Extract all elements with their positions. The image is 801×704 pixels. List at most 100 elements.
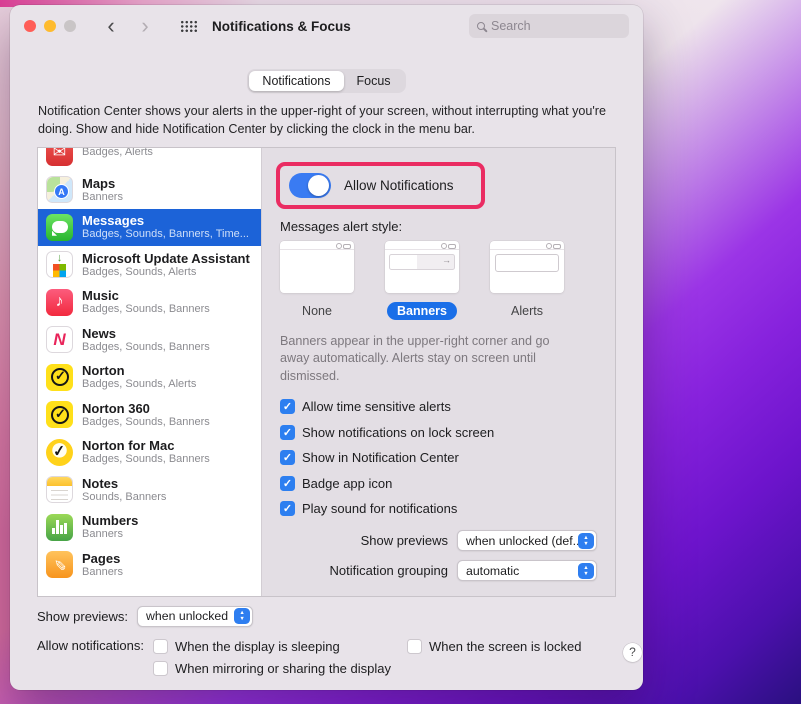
app-list-item[interactable]: Norton for Mac Badges, Sounds, Banners <box>38 434 261 472</box>
alert-style-section-label: Messages alert style: <box>280 218 403 234</box>
app-name: Messages <box>82 213 145 229</box>
app-notification-types: Badges, Sounds, Banners, Time... <box>82 228 249 241</box>
notification-option-checkbox[interactable]: Allow time sensitive alerts <box>280 399 597 415</box>
app-list-item[interactable]: Notes Sounds, Banners <box>38 471 261 509</box>
detail-preference-rows: Show previews when unlocked (def... Noti… <box>278 530 597 582</box>
allow-notifications-toggle[interactable] <box>289 172 331 198</box>
app-list-item[interactable]: Badges, Alerts <box>38 147 261 172</box>
app-name: Notes <box>82 475 119 491</box>
notification-option-checkbox[interactable]: Show in Notification Center <box>280 450 597 466</box>
app-name: Music <box>82 288 119 304</box>
stepper-icon <box>578 562 594 579</box>
mail-icon <box>46 147 73 166</box>
thumbnail-menubar <box>385 241 459 250</box>
checkbox-icon <box>280 475 295 491</box>
show-previews-dropdown[interactable]: when unlocked (def... <box>457 530 597 552</box>
app-name: Numbers <box>82 513 139 529</box>
alert-style-option-label: None <box>302 303 332 318</box>
norton-mac-icon <box>46 438 73 466</box>
messages-icon <box>46 213 73 241</box>
thumbnail-screen <box>280 250 354 293</box>
checkbox-icon <box>152 660 168 676</box>
checkbox-label: Play sound for notifications <box>302 501 458 517</box>
notification-grouping-dropdown[interactable]: automatic <box>457 560 597 582</box>
checkbox-icon <box>280 501 295 517</box>
thumbnail-screen <box>490 250 564 293</box>
checkbox-icon <box>280 450 295 466</box>
alert-style-option[interactable]: Banners <box>385 240 459 320</box>
app-list-item[interactable]: Pages Banners <box>38 546 261 584</box>
allow-condition-checkbox[interactable]: When mirroring or sharing the display <box>152 660 391 676</box>
music-icon <box>46 288 73 316</box>
search-input[interactable]: Search <box>469 14 629 38</box>
app-name: Pages <box>82 550 121 566</box>
notification-grouping-row: Notification grouping automatic <box>278 560 597 582</box>
app-list-item[interactable]: Norton 360 Badges, Sounds, Banners <box>38 396 261 434</box>
app-notification-types: Badges, Sounds, Banners <box>82 415 210 428</box>
app-list: Badges, Alerts Maps Banners Messages Bad… <box>38 147 262 596</box>
app-list-item[interactable]: News Badges, Sounds, Banners <box>38 321 261 359</box>
checkbox-label: When mirroring or sharing the display <box>174 660 391 676</box>
app-notification-types: Banners <box>82 190 123 203</box>
annotation-highlight-box: Allow Notifications <box>276 161 485 209</box>
alert-style-option-label: Banners <box>386 301 458 320</box>
notification-grouping-value: automatic <box>466 563 520 578</box>
app-list-item[interactable]: Microsoft Update Assistant Badges, Sound… <box>38 246 261 284</box>
tab-label: Notifications <box>262 74 331 88</box>
tab-segmented-control: Notifications Focus <box>247 69 406 93</box>
app-list-item[interactable]: Music Badges, Sounds, Banners <box>38 284 261 322</box>
window-title: Notifications & Focus <box>212 18 351 34</box>
msupdate-icon <box>46 251 73 279</box>
minimize-button[interactable] <box>44 20 56 32</box>
allow-condition-checkbox[interactable]: When the display is sleeping <box>152 638 391 654</box>
app-notification-types: Badges, Sounds, Banners <box>82 453 210 466</box>
show-previews-row: Show previews when unlocked (def... <box>278 530 597 552</box>
app-list-item[interactable]: Messages Badges, Sounds, Banners, Time..… <box>38 208 261 246</box>
app-list-item[interactable]: Maps Banners <box>38 171 261 209</box>
footer-show-previews-row: Show previews: when unlocked <box>37 605 616 627</box>
norton-icon <box>46 401 73 429</box>
notification-option-checkbox[interactable]: Play sound for notifications <box>280 501 597 517</box>
app-notification-types: Sounds, Banners <box>82 490 167 503</box>
tab[interactable]: Notifications <box>249 71 344 91</box>
checkbox-icon <box>152 638 168 654</box>
notification-option-checkbox[interactable]: Show notifications on lock screen <box>280 424 597 440</box>
tab[interactable]: Focus <box>344 71 404 91</box>
back-button[interactable]: ‹ <box>102 15 120 37</box>
show-all-grid-icon[interactable] <box>180 20 197 32</box>
alert-style-option[interactable]: None <box>280 240 354 320</box>
stepper-icon <box>234 608 251 624</box>
tab-label: Focus <box>356 74 391 88</box>
notification-option-checkbox[interactable]: Badge app icon <box>280 475 597 491</box>
app-detail-pane: Allow Notifications Messages alert style… <box>262 148 615 596</box>
app-list-item[interactable]: Norton Badges, Sounds, Alerts <box>38 359 261 397</box>
notification-options-list: Allow time sensitive alerts Show notific… <box>280 399 597 517</box>
alert-style-thumbnail <box>385 240 459 293</box>
app-name: News <box>82 325 116 341</box>
traffic-lights <box>24 20 76 32</box>
app-notification-types: Badges, Sounds, Alerts <box>82 265 197 278</box>
checkbox-label: When the screen is locked <box>429 638 582 654</box>
footer-show-previews-label: Show previews: <box>37 608 129 624</box>
tabs-row: Notifications Focus <box>10 69 643 93</box>
checkbox-label: When the display is sleeping <box>174 638 340 654</box>
close-button[interactable] <box>24 20 36 32</box>
allow-notifications-label: Allow Notifications <box>344 177 454 193</box>
footer-show-previews-dropdown[interactable]: when unlocked <box>137 605 254 627</box>
app-name: Norton 360 <box>82 400 150 416</box>
app-notification-types: Badges, Sounds, Alerts <box>82 378 197 391</box>
forward-button[interactable]: › <box>136 15 154 37</box>
alert-style-thumbnail <box>490 240 564 293</box>
zoom-button[interactable] <box>64 20 76 32</box>
stepper-icon <box>578 532 594 549</box>
help-button[interactable]: ? <box>623 642 642 662</box>
notification-grouping-label: Notification grouping <box>329 563 448 579</box>
app-name: Microsoft Update Assistant <box>82 250 250 266</box>
app-name: Norton for Mac <box>82 438 175 454</box>
alert-style-option[interactable]: Alerts <box>490 240 564 320</box>
allow-condition-checkbox[interactable]: When the screen is locked <box>407 638 582 654</box>
app-list-item[interactable]: Numbers Banners <box>38 509 261 547</box>
alert-style-thumbnail <box>280 240 354 293</box>
show-previews-value: when unlocked (def... <box>466 533 578 548</box>
notes-icon <box>46 476 73 504</box>
